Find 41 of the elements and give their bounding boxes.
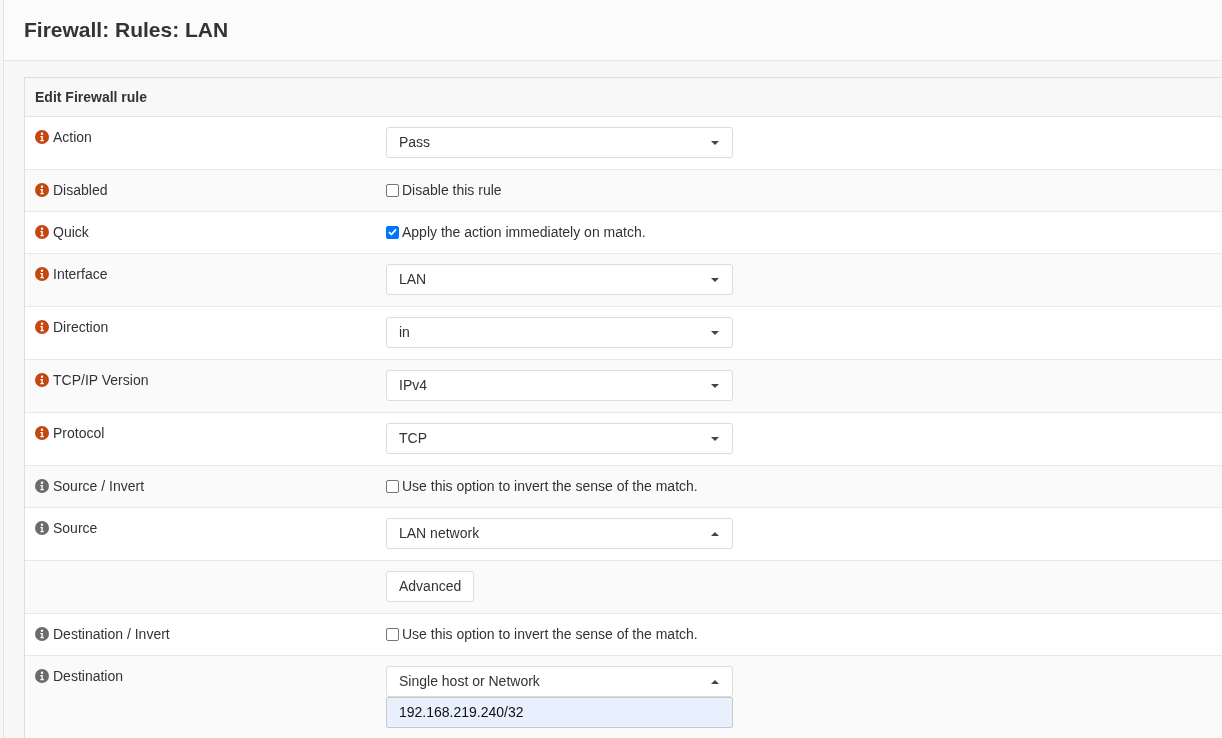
field-label: Disabled	[53, 181, 108, 200]
page-title: Firewall: Rules: LAN	[24, 17, 229, 44]
info-icon[interactable]	[35, 130, 49, 144]
select-dropdown[interactable]: in	[386, 317, 733, 348]
info-icon[interactable]	[35, 426, 49, 440]
info-icon[interactable]	[35, 267, 49, 281]
info-icon[interactable]	[35, 627, 49, 641]
field-label: Direction	[53, 318, 109, 337]
info-icon[interactable]	[35, 521, 49, 535]
select-dropdown[interactable]: IPv4	[386, 370, 733, 401]
select-dropdown[interactable]: Pass	[386, 127, 733, 158]
select-dropdown[interactable]: LAN network	[386, 518, 733, 549]
info-icon[interactable]	[35, 225, 49, 239]
checkbox-label: Use this option to invert the sense of the match.	[402, 477, 698, 496]
address-input-field[interactable]: 192.168.219.240/32	[386, 697, 733, 728]
info-icon[interactable]	[35, 669, 49, 683]
checkbox[interactable]	[386, 627, 399, 641]
checkbox[interactable]	[386, 183, 399, 197]
select-dropdown[interactable]: Single host or Network	[386, 666, 733, 697]
field-label: Protocol	[53, 424, 105, 443]
field-label: TCP/IP Version	[53, 371, 149, 390]
info-icon[interactable]	[35, 373, 49, 387]
field-label: Source	[53, 519, 98, 538]
field-label: Source / Invert	[53, 477, 145, 496]
checkbox-label: Use this option to invert the sense of the match.	[402, 625, 698, 644]
info-icon[interactable]	[35, 320, 49, 334]
info-icon[interactable]	[35, 183, 49, 197]
checkbox-label: Apply the action immediately on match.	[402, 223, 646, 242]
select-dropdown[interactable]: TCP	[386, 423, 733, 454]
field-label: Quick	[53, 223, 89, 242]
checkbox-label: Disable this rule	[402, 181, 502, 200]
field-label: Destination	[53, 667, 124, 686]
panel-heading: Edit Firewall rule	[35, 87, 148, 107]
checkbox[interactable]	[386, 225, 399, 239]
advanced-button[interactable]: Advanced	[386, 571, 475, 602]
field-label: Action	[53, 128, 92, 147]
field-label: Interface	[53, 265, 108, 284]
info-icon[interactable]	[35, 479, 49, 493]
field-label: Destination / Invert	[53, 625, 170, 644]
checkbox[interactable]	[386, 479, 399, 493]
select-dropdown[interactable]: LAN	[386, 264, 733, 295]
